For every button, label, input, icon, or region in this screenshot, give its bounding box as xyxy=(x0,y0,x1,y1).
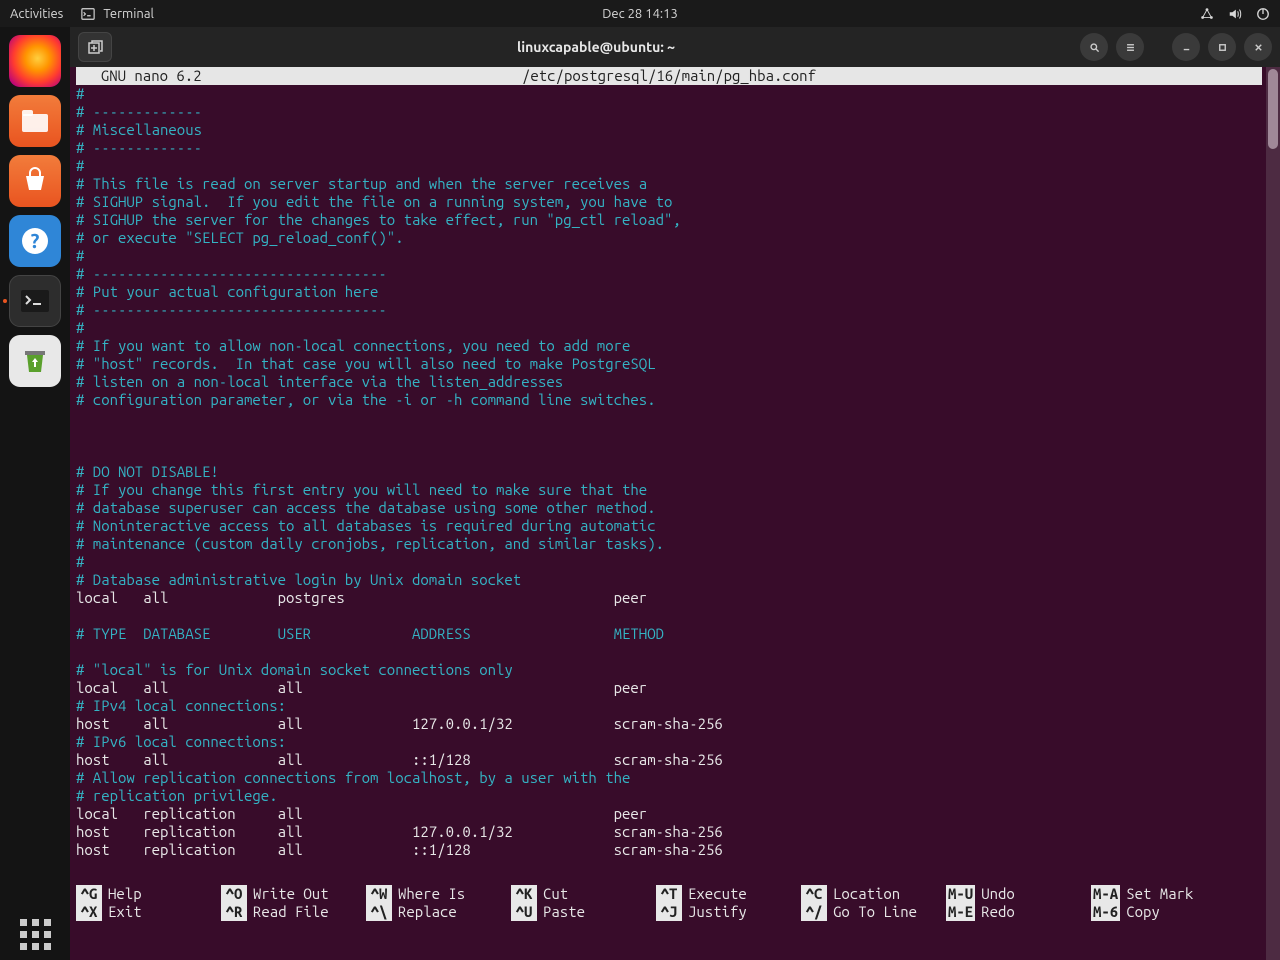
editor-line: # ----------------------------------- xyxy=(76,265,1262,283)
editor-line xyxy=(76,445,1262,463)
editor-line: host replication all 127.0.0.1/32 scram-… xyxy=(76,823,1262,841)
editor-line: local all all peer xyxy=(76,679,1262,697)
scrollbar-thumb[interactable] xyxy=(1268,69,1278,149)
editor-line: # Miscellaneous xyxy=(76,121,1262,139)
dock-files[interactable] xyxy=(9,95,61,147)
editor-line: # ------------- xyxy=(76,103,1262,121)
nano-shortcut: M-UUndo xyxy=(946,885,1091,903)
nano-shortcut: ^WWhere Is xyxy=(366,885,511,903)
editor-line: # Noninteractive access to all databases… xyxy=(76,517,1262,535)
editor-line: # xyxy=(76,157,1262,175)
nano-shortcut: ^TExecute xyxy=(656,885,801,903)
nano-shortcut: M-6Copy xyxy=(1091,903,1236,921)
editor-line: # ------------- xyxy=(76,139,1262,157)
editor-line: # This file is read on server startup an… xyxy=(76,175,1262,193)
search-button[interactable] xyxy=(1080,33,1108,61)
editor-line xyxy=(76,607,1262,625)
terminal-icon xyxy=(81,7,95,21)
svg-text:?: ? xyxy=(31,229,40,252)
editor-line xyxy=(76,427,1262,445)
nano-shortcut: ^CLocation xyxy=(801,885,946,903)
power-icon xyxy=(1256,7,1270,21)
editor-line: # IPv4 local connections: xyxy=(76,697,1262,715)
editor-line xyxy=(76,409,1262,427)
new-tab-button[interactable] xyxy=(78,32,112,62)
nano-title-bar: GNU nano 6.2/etc/postgresql/16/main/pg_h… xyxy=(76,67,1262,85)
nano-shortcut: ^/Go To Line xyxy=(801,903,946,921)
editor-line: # "local" is for Unix domain socket conn… xyxy=(76,661,1262,679)
volume-icon xyxy=(1228,7,1242,21)
editor-line: host replication all ::1/128 scram-sha-2… xyxy=(76,841,1262,859)
editor-line: # database superuser can access the data… xyxy=(76,499,1262,517)
editor-line: # Allow replication connections from loc… xyxy=(76,769,1262,787)
nano-shortcut: ^GHelp xyxy=(76,885,221,903)
hamburger-menu[interactable] xyxy=(1116,33,1144,61)
nano-shortcut: ^RRead File xyxy=(221,903,366,921)
gnome-dock: ? xyxy=(0,27,70,960)
editor-line: # xyxy=(76,319,1262,337)
nano-shortcut: ^XExit xyxy=(76,903,221,921)
editor-line: # xyxy=(76,553,1262,571)
editor-line: # maintenance (custom daily cronjobs, re… xyxy=(76,535,1262,553)
editor-line: # Database administrative login by Unix … xyxy=(76,571,1262,589)
nano-shortcut: ^UPaste xyxy=(511,903,656,921)
nano-shortcut: ^OWrite Out xyxy=(221,885,366,903)
dock-trash[interactable] xyxy=(9,335,61,387)
activities-button[interactable]: Activities xyxy=(10,7,63,21)
maximize-button[interactable] xyxy=(1208,33,1236,61)
editor-line: # Put your actual configuration here xyxy=(76,283,1262,301)
scrollbar[interactable] xyxy=(1266,67,1280,960)
editor-line: # TYPE DATABASE USER ADDRESS METHOD xyxy=(76,625,1262,643)
editor-line: # If you want to allow non-local connect… xyxy=(76,337,1262,355)
nano-shortcut: ^\Replace xyxy=(366,903,511,921)
editor-line: # xyxy=(76,85,1262,103)
editor-line: # SIGHUP signal. If you edit the file on… xyxy=(76,193,1262,211)
nano-shortcuts-row-1: ^GHelp^OWrite Out^WWhere Is^KCut^TExecut… xyxy=(76,885,1262,903)
close-button[interactable] xyxy=(1244,33,1272,61)
editor-line: # SIGHUP the server for the changes to t… xyxy=(76,211,1262,229)
dock-firefox[interactable] xyxy=(9,35,61,87)
app-menu-label: Terminal xyxy=(103,7,154,21)
editor-line xyxy=(76,643,1262,661)
nano-shortcut: ^JJustify xyxy=(656,903,801,921)
editor-line: local replication all peer xyxy=(76,805,1262,823)
nano-shortcut: ^KCut xyxy=(511,885,656,903)
gnome-top-panel: Activities Terminal Dec 28 14:13 xyxy=(0,0,1280,27)
editor-line: local all postgres peer xyxy=(76,589,1262,607)
editor-line: # ----------------------------------- xyxy=(76,301,1262,319)
editor-line: # listen on a non-local interface via th… xyxy=(76,373,1262,391)
clock[interactable]: Dec 28 14:13 xyxy=(602,7,678,21)
editor-line: host all all 127.0.0.1/32 scram-sha-256 xyxy=(76,715,1262,733)
nano-shortcut: M-ASet Mark xyxy=(1091,885,1236,903)
show-applications[interactable] xyxy=(20,919,51,950)
nano-shortcuts-row-2: ^XExit^RRead File^\Replace^UPaste^JJusti… xyxy=(76,903,1262,921)
system-status-area[interactable] xyxy=(1200,7,1270,21)
editor-line: # or execute "SELECT pg_reload_conf()". xyxy=(76,229,1262,247)
editor-line: # xyxy=(76,247,1262,265)
editor-line: # IPv6 local connections: xyxy=(76,733,1262,751)
window-title: linuxcapable@ubuntu: ~ xyxy=(120,39,1072,55)
editor-line: # If you change this first entry you wil… xyxy=(76,481,1262,499)
editor-line: host all all ::1/128 scram-sha-256 xyxy=(76,751,1262,769)
editor-line: # configuration parameter, or via the -i… xyxy=(76,391,1262,409)
editor-line: # "host" records. In that case you will … xyxy=(76,355,1262,373)
dock-help[interactable]: ? xyxy=(9,215,61,267)
window-titlebar: linuxcapable@ubuntu: ~ xyxy=(70,27,1280,67)
dock-software[interactable] xyxy=(9,155,61,207)
editor-line: # DO NOT DISABLE! xyxy=(76,463,1262,481)
editor-line: # replication privilege. xyxy=(76,787,1262,805)
network-icon xyxy=(1200,7,1214,21)
dock-terminal[interactable] xyxy=(9,275,61,327)
app-menu[interactable]: Terminal xyxy=(81,7,154,21)
minimize-button[interactable] xyxy=(1172,33,1200,61)
terminal-window: linuxcapable@ubuntu: ~ GNU nano 6.2/etc/… xyxy=(70,27,1280,960)
terminal-body[interactable]: GNU nano 6.2/etc/postgresql/16/main/pg_h… xyxy=(70,67,1280,960)
nano-shortcut: M-ERedo xyxy=(946,903,1091,921)
